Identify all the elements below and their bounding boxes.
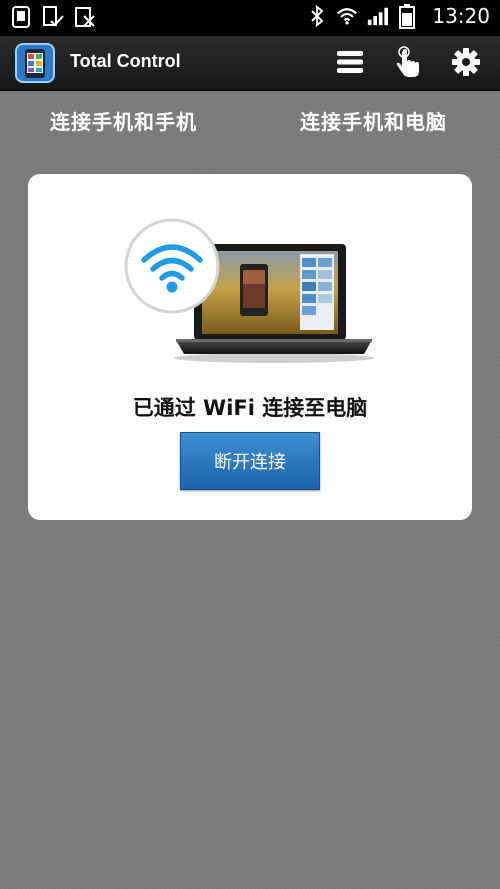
app-bar: Total Control	[0, 36, 500, 91]
connection-status-text: 已通过 WiFi 连接至电脑	[132, 396, 368, 420]
tab-phone-to-phone[interactable]: 连接手机和手机	[50, 106, 197, 135]
app-notification-icon	[10, 6, 32, 28]
connection-status-card: 已通过 WiFi 连接至电脑 断开连接	[28, 174, 472, 520]
laptop-wifi-illustration	[124, 218, 374, 368]
cell-signal-icon	[366, 5, 389, 27]
status-bar: 13:20	[0, 0, 500, 36]
settings-gear-icon[interactable]	[450, 46, 482, 78]
wifi-signal-icon	[336, 5, 358, 27]
disconnect-button[interactable]: 断开连接	[180, 432, 320, 490]
status-clock: 13:20	[432, 4, 490, 28]
connection-mode-tabs: 连接手机和手机 连接手机和电脑	[0, 90, 500, 148]
blocked-sim-icon	[74, 6, 96, 28]
menu-icon[interactable]	[334, 46, 366, 78]
app-title: Total Control	[70, 51, 181, 71]
touch-hand-icon[interactable]	[392, 46, 424, 78]
app-logo-icon	[14, 42, 56, 84]
download-check-icon	[42, 6, 64, 28]
bluetooth-icon	[306, 5, 328, 27]
battery-icon	[396, 4, 418, 29]
tab-phone-to-pc[interactable]: 连接手机和电脑	[300, 106, 447, 135]
